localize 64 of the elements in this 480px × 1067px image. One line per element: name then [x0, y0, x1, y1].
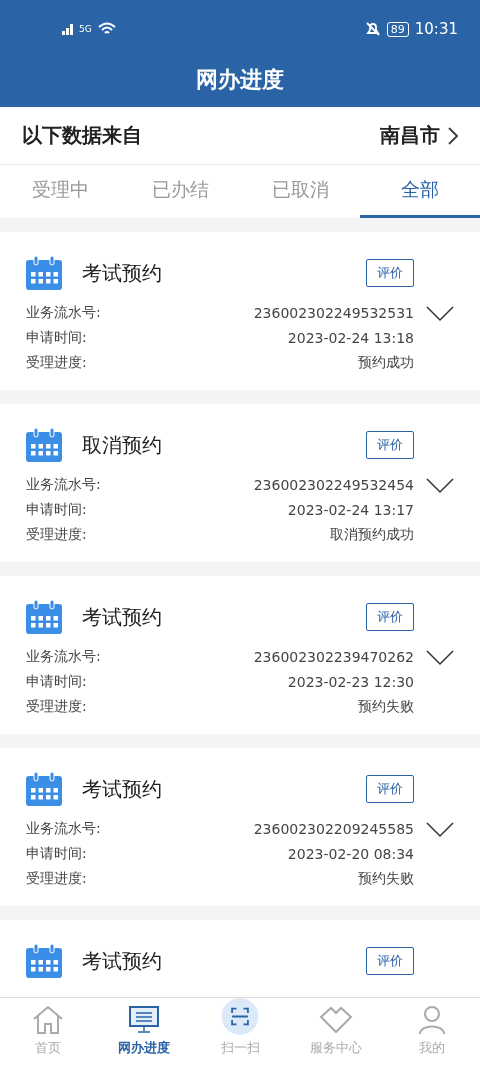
source-label: 以下数据来自: [22, 122, 142, 149]
scan-icon: [219, 998, 261, 1035]
rate-button[interactable]: 评价: [366, 603, 414, 631]
field-label: 业务流水号:: [26, 303, 101, 322]
signal-icon: [62, 23, 73, 35]
field-value: 预约失败: [358, 697, 414, 716]
field-value: 236002302249532531: [253, 304, 414, 321]
field-label: 申请时间:: [26, 328, 87, 347]
page-title: 网办进度: [195, 65, 285, 94]
field-label: 申请时间:: [26, 672, 87, 691]
nav-tab[interactable]: 网办进度: [96, 998, 192, 1067]
rate-button[interactable]: 评价: [366, 431, 414, 459]
record-card[interactable]: 取消预约 评价 业务流水号: 236002302249532454 申请时间: 2023-02-24 13:17 受理进度: 取消预约成功: [0, 404, 480, 562]
record-card[interactable]: 考试预约 评价 业务流水号: 236002302239470262 申请时间: 2023-02-23 12:30 受理进度: 预约失败: [0, 576, 480, 734]
rate-button[interactable]: 评价: [366, 259, 414, 287]
monitor-icon: [128, 1005, 160, 1035]
record-title: 考试预约: [82, 947, 163, 975]
record-card[interactable]: 考试预约 评价 业务流水号: 236002302209245585 申请时间: 2023-02-20 08:34 受理进度: 预约失败: [0, 748, 480, 906]
calendar-icon: [26, 256, 62, 290]
clock-time: 10:31: [414, 20, 458, 38]
field-label: 业务流水号:: [26, 819, 101, 838]
field-label: 受理进度:: [26, 353, 87, 372]
field-label: 申请时间:: [26, 844, 87, 863]
field-value: 2023-02-23 12:30: [287, 673, 414, 690]
field-value: 取消预约成功: [330, 525, 414, 544]
calendar-icon: [26, 428, 62, 462]
record-title: 取消预约: [82, 431, 163, 459]
field-value: 预约失败: [358, 869, 414, 888]
field-label: 业务流水号:: [26, 475, 101, 494]
expand-chevron-icon[interactable]: [426, 306, 454, 322]
record-card[interactable]: 考试预约 评价 业务流水号: 236002302249532531 申请时间: 2023-02-24 13:18 受理进度: 预约成功: [0, 232, 480, 390]
record-card[interactable]: 考试预约 评价: [0, 920, 480, 997]
wifi-icon: [97, 22, 116, 36]
city-selector[interactable]: 南昌市: [380, 122, 458, 149]
record-title: 考试预约: [82, 259, 163, 287]
home-icon: [32, 1005, 64, 1035]
field-value: 236002302239470262: [253, 648, 414, 665]
field-label: 受理进度:: [26, 869, 87, 888]
network-label: 5G: [79, 24, 92, 34]
field-value: 2023-02-24 13:17: [287, 501, 414, 518]
rate-button[interactable]: 评价: [366, 947, 414, 975]
calendar-icon: [26, 944, 62, 978]
field-value: 236002302209245585: [253, 820, 414, 837]
chevron-right-icon: [448, 126, 458, 145]
field-label: 受理进度:: [26, 697, 87, 716]
battery-level: 89: [386, 21, 409, 37]
field-value: 236002302249532454: [253, 476, 414, 493]
person-icon: [417, 1005, 447, 1035]
field-value: 预约成功: [358, 353, 414, 372]
calendar-icon: [26, 772, 62, 806]
field-label: 申请时间:: [26, 500, 87, 519]
expand-chevron-icon[interactable]: [426, 650, 454, 666]
filter-tab[interactable]: 全部: [360, 165, 480, 218]
record-title: 考试预约: [82, 775, 163, 803]
expand-chevron-icon[interactable]: [426, 478, 454, 494]
bell-off-icon: [364, 21, 381, 37]
expand-chevron-icon[interactable]: [426, 822, 454, 838]
rate-button[interactable]: 评价: [366, 775, 414, 803]
field-label: 业务流水号:: [26, 647, 101, 666]
field-label: 受理进度:: [26, 525, 87, 544]
field-value: 2023-02-24 13:18: [287, 329, 414, 346]
record-title: 考试预约: [82, 603, 163, 631]
calendar-icon: [26, 600, 62, 634]
field-value: 2023-02-20 08:34: [287, 845, 414, 862]
